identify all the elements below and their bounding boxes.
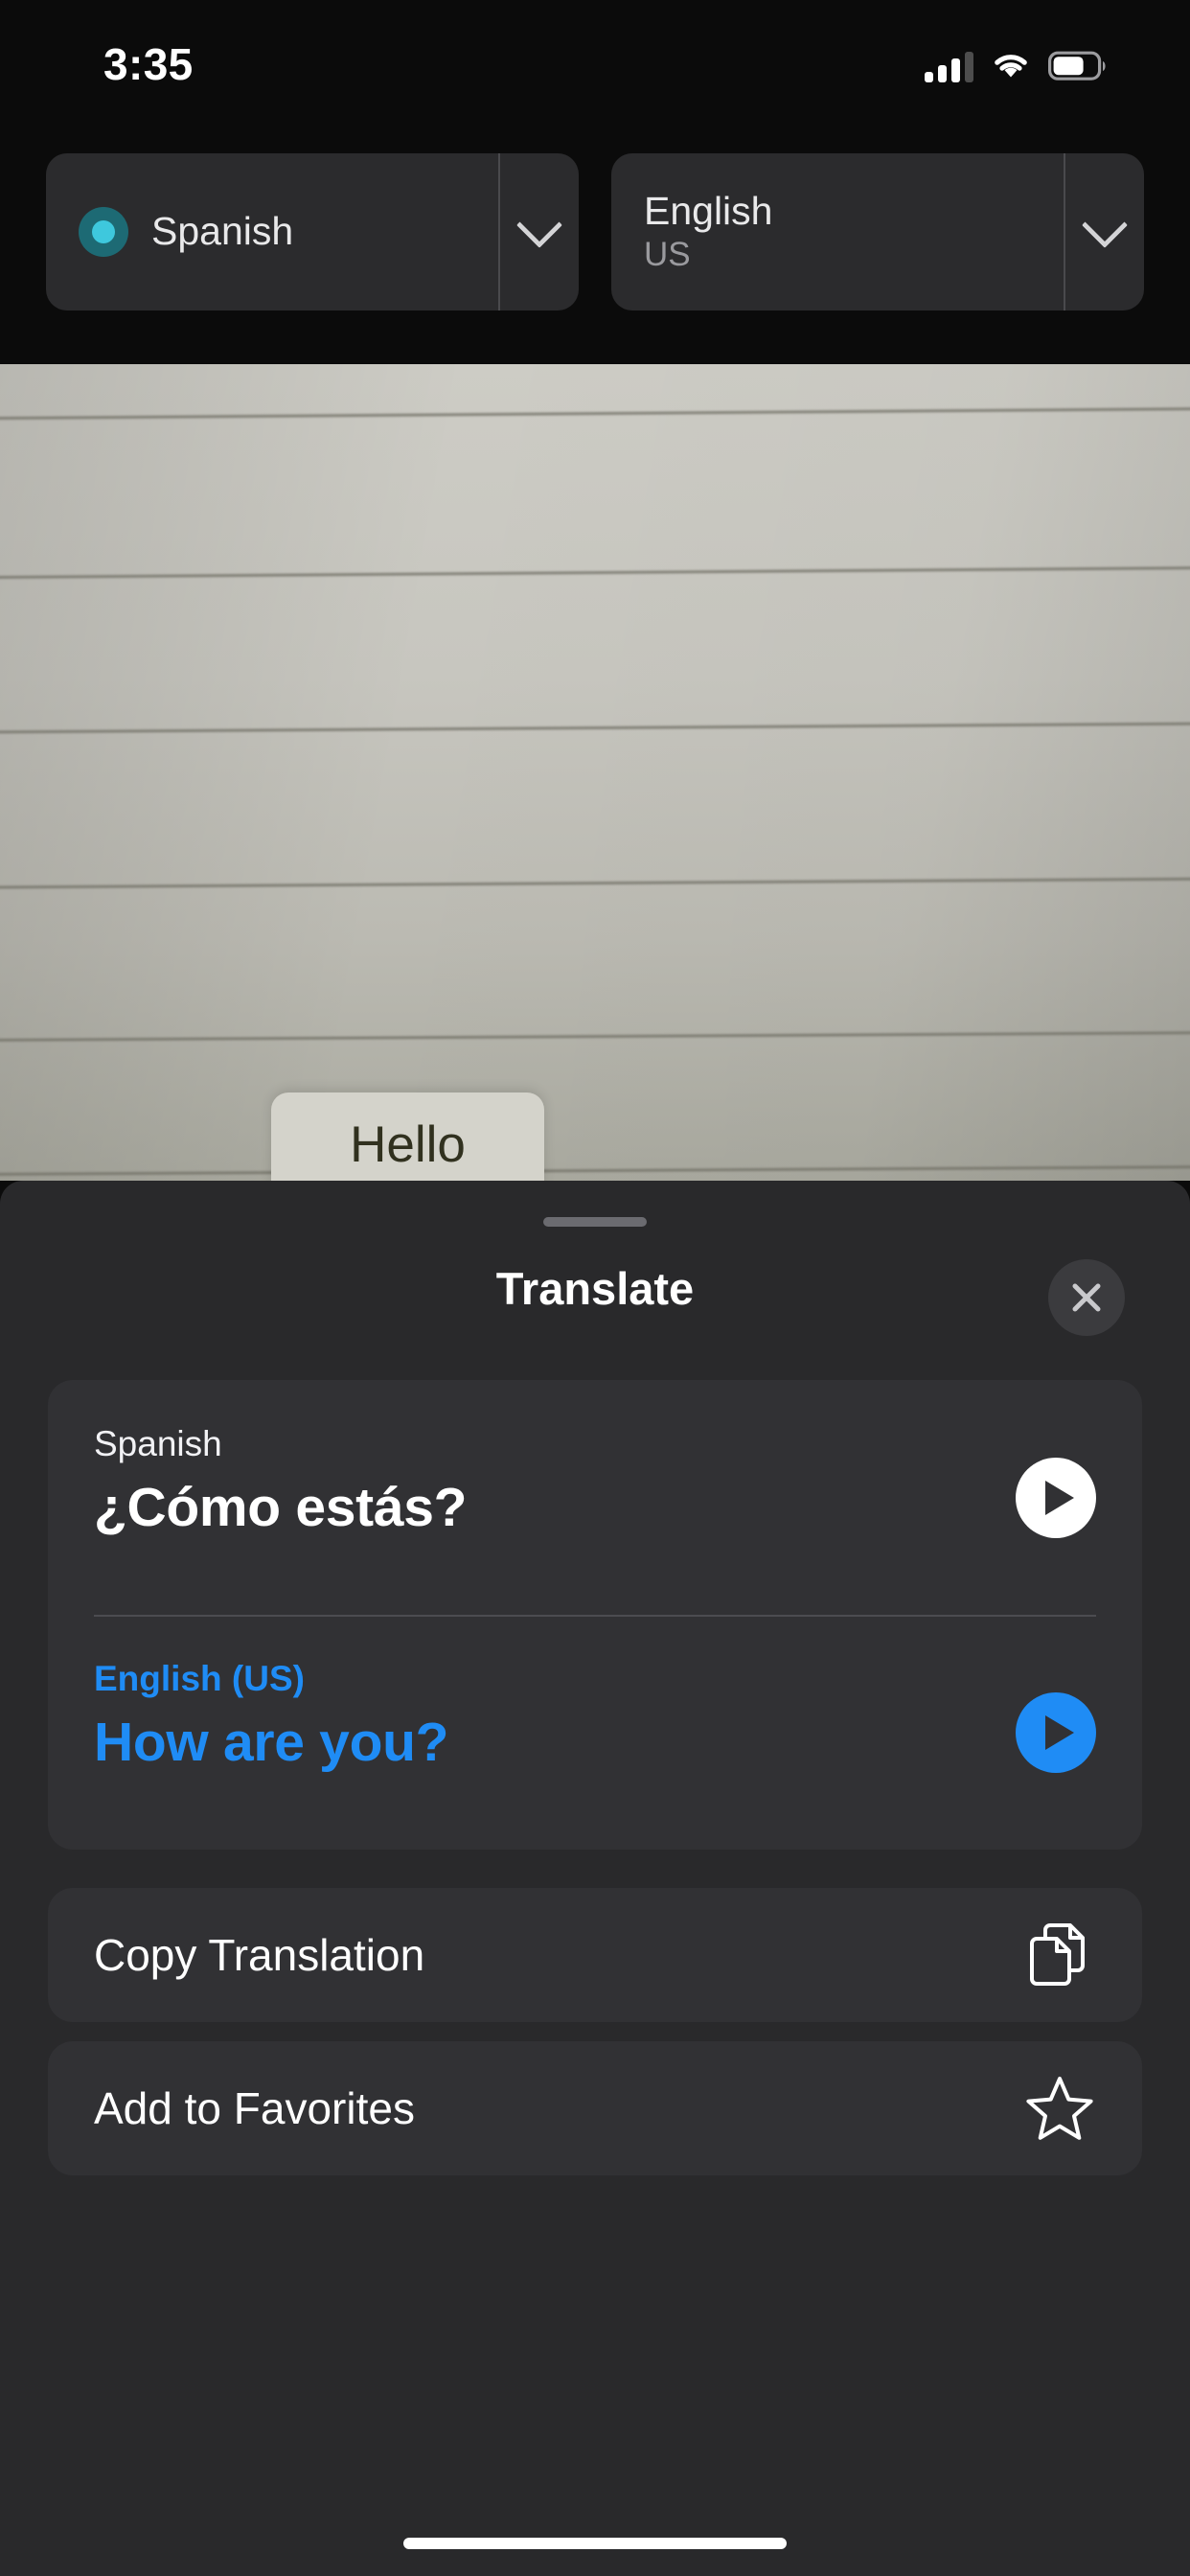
target-language-dropdown[interactable] [1064, 153, 1144, 310]
chevron-down-icon [1081, 201, 1129, 248]
add-to-favorites-row[interactable]: Add to Favorites [48, 2041, 1142, 2175]
sheet-drag-handle[interactable] [543, 1217, 647, 1227]
star-outline-icon [1023, 2072, 1096, 2145]
cellular-signal-icon [925, 50, 973, 82]
source-text: ¿Cómo estás? [94, 1477, 468, 1538]
add-to-favorites-label: Add to Favorites [94, 2083, 415, 2133]
play-icon [1045, 1480, 1074, 1515]
target-language-region: US [644, 236, 691, 274]
source-language-dropdown[interactable] [498, 153, 579, 310]
home-indicator[interactable] [403, 2538, 787, 2549]
status-bar: 3:35 [0, 0, 1190, 134]
camera-live-view[interactable] [0, 364, 1190, 1181]
lined-paper-surface [0, 364, 1190, 1181]
status-time: 3:35 [103, 39, 194, 89]
target-language-pill[interactable]: English US [611, 153, 1144, 310]
battery-icon [1048, 51, 1106, 80]
play-target-button[interactable] [1016, 1691, 1096, 1773]
page-title: Translate [495, 1263, 695, 1314]
copy-translation-row[interactable]: Copy Translation [48, 1888, 1142, 2022]
target-text: How are you? [94, 1712, 449, 1773]
source-translation-block: Spanish ¿Cómo estás? [48, 1380, 1142, 1615]
translate-sheet: Translate Spanish ¿Cómo estás? English (… [0, 1181, 1190, 2576]
play-icon [1045, 1714, 1074, 1750]
status-indicators [925, 50, 1108, 82]
close-icon [1072, 1283, 1101, 1312]
target-language-button[interactable]: English US [611, 153, 1064, 310]
play-source-button[interactable] [1016, 1457, 1096, 1538]
source-language-pill[interactable]: Spanish [46, 153, 579, 310]
copy-documents-icon [1023, 1919, 1096, 1991]
target-language-label: English (US) [94, 1659, 305, 1698]
source-language-name: Spanish [151, 209, 294, 254]
translation-card: Spanish ¿Cómo estás? English (US) How ar… [48, 1380, 1142, 1850]
source-language-label: Spanish [94, 1424, 222, 1463]
listening-dot-icon [79, 207, 128, 257]
wifi-icon [995, 55, 1027, 78]
language-selector-bar: Spanish English US [0, 153, 1190, 364]
copy-translation-label: Copy Translation [94, 1930, 425, 1980]
close-button[interactable] [1048, 1259, 1125, 1336]
phone-screen: Hello 3:35 Spanish English US Translate … [0, 0, 1190, 2576]
detected-text-bubble[interactable]: Hello [271, 1092, 544, 1188]
detected-text-label: Hello [350, 1116, 466, 1173]
target-language-name: English [644, 189, 773, 234]
source-language-button[interactable]: Spanish [46, 153, 498, 310]
chevron-down-icon [515, 201, 563, 248]
target-translation-block: English (US) How are you? [48, 1615, 1142, 1850]
